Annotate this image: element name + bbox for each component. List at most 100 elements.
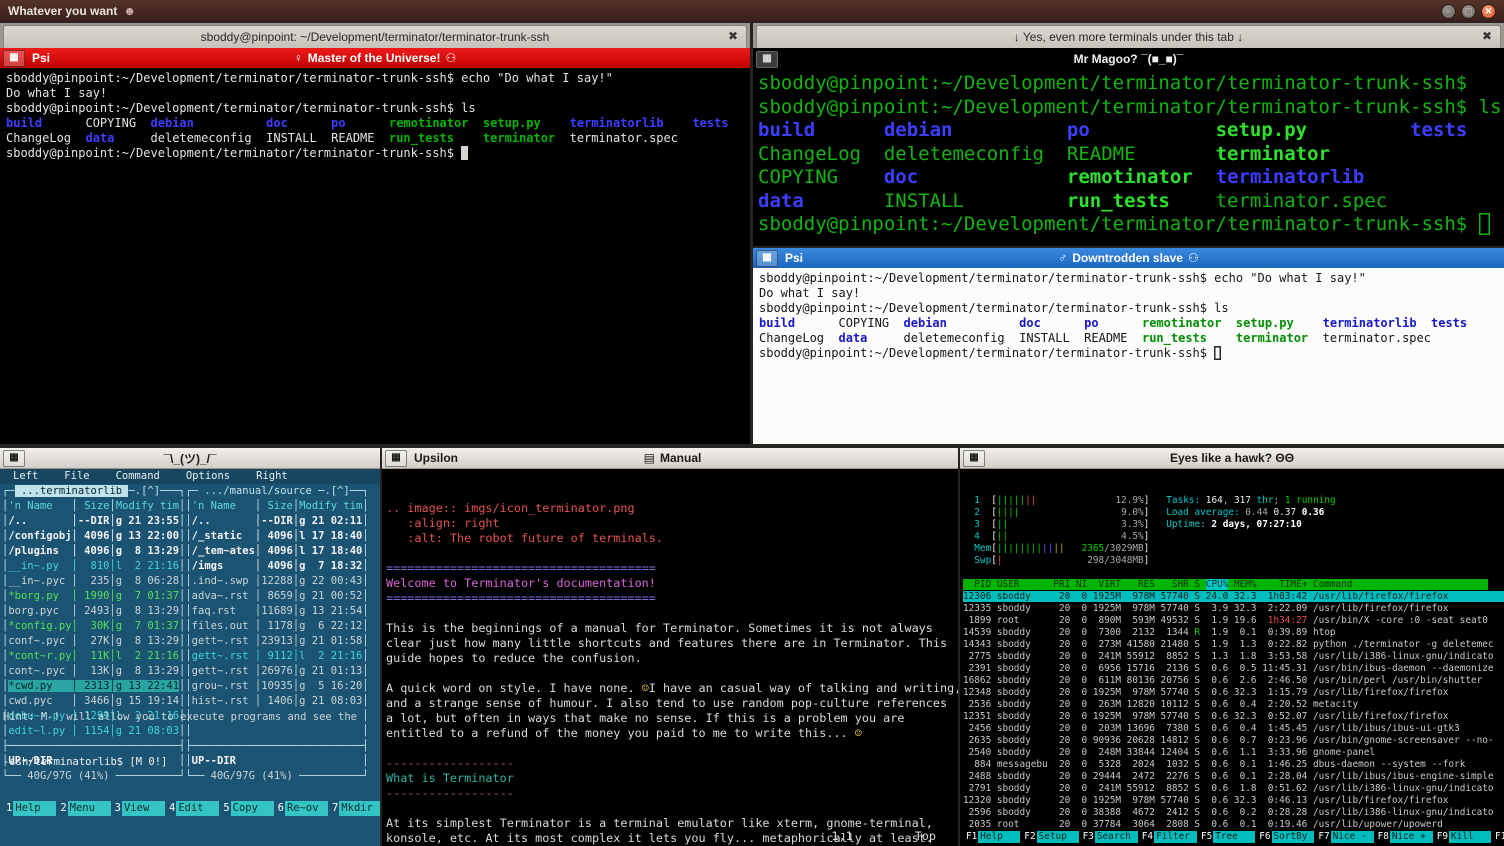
fkey-button-sortby[interactable]: F6SortBy: [1255, 831, 1314, 843]
terminal-line: ChangeLog data deletemeconfig INSTALL RE…: [6, 131, 744, 146]
tab-left[interactable]: sboddy@pinpoint: ~/Development/terminato…: [3, 25, 747, 48]
terminal-output[interactable]: sboddy@pinpoint:~/Development/terminator…: [753, 70, 1504, 246]
terminal-line: │cont~.pyc │ 13K│g 8 13:29││gett~.rst │2…: [2, 664, 378, 679]
pane-mc: ▦ ¯\_(ツ)_/¯ LeftFileCommandOptionsRight …: [0, 448, 380, 846]
minimize-button[interactable]: –: [1441, 4, 1456, 19]
terminal-line: Do what I say!: [6, 86, 744, 101]
fkey-button-kill[interactable]: F9Kill: [1433, 831, 1491, 843]
close-button[interactable]: ✕: [1481, 4, 1496, 19]
group-grid-icon[interactable]: ▦: [3, 450, 25, 467]
fkey-button-quit[interactable]: F10Quit: [1491, 831, 1504, 843]
terminal-line: 14343 sboddy 20 0 273M 41580 21480 S 1.9…: [963, 639, 1501, 651]
smiley-icon: ☻: [123, 4, 136, 18]
vim-editor[interactable]: .. image:: imgs/icon_terminator.png :ali…: [382, 469, 958, 846]
tab-right-label: ↓ Yes, even more terminals under this ta…: [1014, 30, 1243, 44]
htop-title: Eyes like a hawk? ΘΘ: [960, 451, 1504, 465]
master-titlebar[interactable]: ▦ Psi ♀Master of the Universe!⚇: [0, 48, 750, 68]
fkey-button-search[interactable]: F3Search: [1079, 831, 1138, 843]
terminal-line: 3 [|| 3.3%] Uptime: 2 days, 07:27:10: [963, 519, 1501, 531]
terminal-output[interactable]: sboddy@pinpoint:~/Development/terminator…: [753, 268, 1504, 444]
menu-item-options[interactable]: Options: [173, 469, 243, 484]
terminal-line: │/.. │--DIR│g 21 23:55││/.. │--DIR│g 21 …: [2, 514, 378, 529]
terminal-line: clear just how many little shortcuts and…: [386, 636, 954, 651]
magoo-titlebar[interactable]: ▦ Mr Magoo? ¯(■_■)¯: [753, 48, 1504, 70]
tab-close-icon[interactable]: ✖: [1482, 29, 1492, 43]
group-grid-icon[interactable]: ▦: [3, 50, 25, 67]
terminal-line: sboddy@pinpoint:~/Development/terminator…: [6, 71, 744, 86]
scroll-position: Top: [915, 829, 936, 844]
group-grid-icon[interactable]: ▦: [756, 250, 778, 267]
fkey-button-help[interactable]: F1Help: [962, 831, 1020, 843]
vim-buffer[interactable]: .. image:: imgs/icon_terminator.png :ali…: [386, 501, 954, 846]
mc-shell-prompt[interactable]: -ssh/terminatorlib$ [M 0!]: [0, 755, 380, 770]
manual-book-icon: ▤: [644, 451, 655, 465]
terminal-line: │*cont~r.py│ 11K│l 2 21:16││gett~.rst │ …: [2, 649, 378, 664]
terminal-line: build COPYING debian doc po remotinator …: [759, 316, 1498, 331]
terminal-line: 2596 sboddy 20 0 38388 4672 2412 S 0.6 0…: [963, 807, 1501, 819]
terminal-line: 1899 root 20 0 890M 593M 49532 S 1.9 19.…: [963, 615, 1501, 627]
terminal-line: 2456 sboddy 20 0 203M 13696 7380 S 0.6 0…: [963, 723, 1501, 735]
fkey-button-menu[interactable]: 2Menu: [56, 801, 110, 816]
terminal-line: │'n Name │ Size│Modify tim││'n Name │ Si…: [2, 499, 378, 514]
terminal-line: Do what I say!: [759, 286, 1498, 301]
fkey-button-setup[interactable]: F2Setup: [1020, 831, 1078, 843]
tab-close-icon[interactable]: ✖: [728, 29, 738, 43]
tab-right[interactable]: ↓ Yes, even more terminals under this ta…: [756, 25, 1501, 48]
terminal-line: Welcome to Terminator's documentation!: [386, 576, 954, 591]
mc-function-keybar: 1Help2Menu3View4Edit5Copy6Re~ov7Mkdir8De…: [0, 800, 380, 816]
terminal-output[interactable]: sboddy@pinpoint:~/Development/terminator…: [0, 68, 750, 444]
mc-screen[interactable]: LeftFileCommandOptionsRight ┌─ ...termin…: [0, 469, 380, 846]
terminal-line: 1 [||||||| 12.9%] Tasks: 164, 317 thr; 1…: [963, 495, 1501, 507]
group-grid-icon[interactable]: ▦: [385, 450, 407, 467]
fkey-button-nice-[interactable]: F7Nice -: [1314, 831, 1373, 843]
vim-titlebar[interactable]: ▦ Upsilon ▤Manual: [382, 448, 958, 469]
terminal-line: and a strange sense of humour. I also te…: [386, 696, 954, 711]
terminal-line: [386, 606, 954, 621]
fkey-button-tree[interactable]: F5Tree: [1197, 831, 1255, 843]
htop-titlebar[interactable]: ▦ Eyes like a hawk? ΘΘ: [960, 448, 1504, 469]
window-titlebar[interactable]: Whatever you want ☻ – ▢ ✕: [0, 0, 1504, 22]
fkey-button-re-ov[interactable]: 6Re~ov: [274, 801, 328, 816]
group-grid-icon[interactable]: ▦: [963, 450, 985, 467]
fkey-button-help[interactable]: 1Help: [2, 801, 56, 816]
master-title: ♀Master of the Universe!⚇: [0, 51, 750, 65]
terminal-line: 2 [|||| 9.0%] Load average: 0.44 0.37 0.…: [963, 507, 1501, 519]
terminal-line: entitled to a refund of the money you pa…: [386, 726, 954, 741]
maximize-button[interactable]: ▢: [1461, 4, 1476, 19]
terminal-line: A quick word on style. I have none. ☺I h…: [386, 681, 954, 696]
mc-menubar: LeftFileCommandOptionsRight: [0, 469, 380, 484]
terminal-line: build COPYING debian doc po remotinator …: [6, 116, 744, 131]
terminal-line: 2391 sboddy 20 0 6956 15716 2136 S 0.6 0…: [963, 663, 1501, 675]
fkey-button-view[interactable]: 3View: [111, 801, 165, 816]
htop-screen[interactable]: 1 [||||||| 12.9%] Tasks: 164, 317 thr; 1…: [960, 469, 1504, 846]
robot-icon: ⚇: [1188, 251, 1199, 265]
menu-item-right[interactable]: Right: [243, 469, 301, 484]
terminal-line: This is the beginnings of a manual for T…: [386, 621, 954, 636]
terminal-line: 12348 sboddy 20 0 1925M 978M 57740 S 0.6…: [963, 687, 1501, 699]
slave-titlebar[interactable]: ▦ Psi ♂Downtrodden slave⚇: [753, 248, 1504, 268]
fkey-button-filter[interactable]: F4Filter: [1138, 831, 1197, 843]
mc-titlebar[interactable]: ▦ ¯\_(ツ)_/¯: [0, 448, 380, 469]
menu-item-file[interactable]: File: [51, 469, 102, 484]
fkey-button-copy[interactable]: 5Copy: [219, 801, 273, 816]
menu-item-command[interactable]: Command: [103, 469, 173, 484]
terminal-line: sboddy@pinpoint:~/Development/terminator…: [6, 101, 744, 116]
cursor-position: 1,1: [831, 829, 852, 844]
terminal-line: What is Terminator: [386, 771, 954, 786]
pane-htop: ▦ Eyes like a hawk? ΘΘ 1 [||||||| 12.9%]…: [960, 448, 1504, 846]
terminal-line: [963, 567, 1501, 579]
broadcast-icon: ♀: [294, 51, 303, 65]
terminal-line: [386, 801, 954, 816]
terminal-line: Swp[| 298/3048MB]: [963, 555, 1501, 567]
vim-statusline: 1,1 Top: [382, 829, 958, 844]
terminal-line: ------------------: [386, 756, 954, 771]
htop-output[interactable]: 1 [||||||| 12.9%] Tasks: 164, 317 thr; 1…: [963, 495, 1501, 831]
fkey-button-nice-[interactable]: F8Nice +: [1374, 831, 1433, 843]
slave-title: ♂Downtrodden slave⚇: [753, 251, 1504, 265]
menu-item-left[interactable]: Left: [0, 469, 51, 484]
terminal-line: │/configobj│ 4096│g 13 22:00││/_static │…: [2, 529, 378, 544]
fkey-button-edit[interactable]: 4Edit: [165, 801, 219, 816]
group-grid-icon[interactable]: ▦: [756, 51, 778, 68]
fkey-button-mkdir[interactable]: 7Mkdir: [328, 801, 380, 816]
terminal-line: │borg.pyc │ 2493│g 8 13:29││faq.rst │116…: [2, 604, 378, 619]
